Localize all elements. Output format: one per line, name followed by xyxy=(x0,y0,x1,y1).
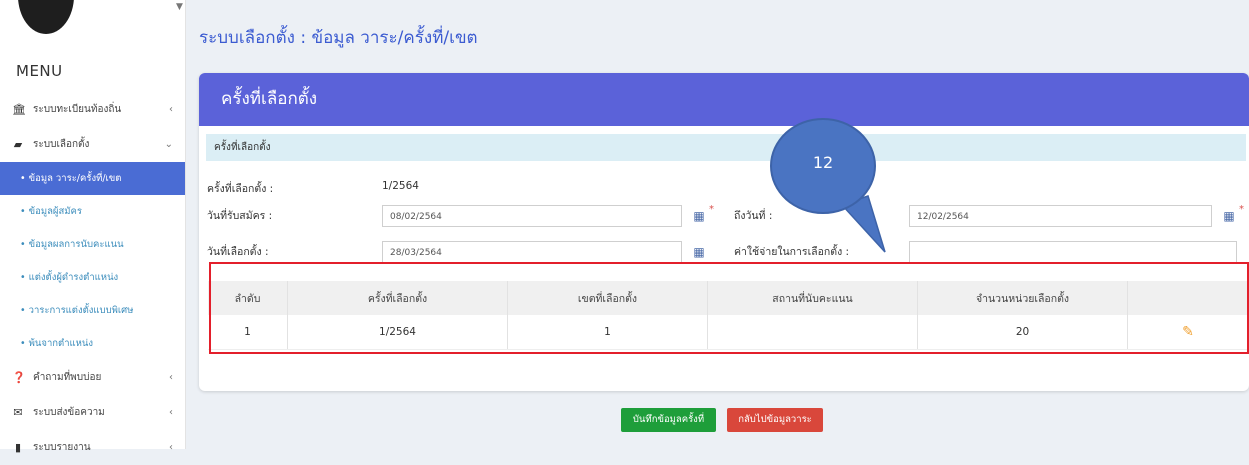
caret-down-icon[interactable]: ▼ xyxy=(176,2,183,12)
round-value: 1/2564 xyxy=(382,180,419,192)
callout-number-badge: 12 xyxy=(770,118,876,214)
card-header: ครั้งที่เลือกตั้ง xyxy=(199,73,1249,126)
briefcase-icon: ▰ xyxy=(13,138,23,151)
highlight-box xyxy=(209,262,1249,354)
apply-date-label: วันที่รับสมัคร : xyxy=(207,210,273,222)
sidebar-nav: 🏛 ระบบทะเบียนท้องถิ่น ‹ ▰ ระบบเลือกตั้ง … xyxy=(0,92,185,465)
sidebar: ▼ MENU 🏛 ระบบทะเบียนท้องถิ่น ‹ ▰ ระบบเลื… xyxy=(0,0,186,454)
election-date-label: วันที่เลือกตั้ง : xyxy=(207,246,269,258)
sidebar-item-registration[interactable]: 🏛 ระบบทะเบียนท้องถิ่น ‹ xyxy=(0,92,185,127)
sidebar-subitem-vote-count[interactable]: • ข้อมูลผลการนับคะแนน xyxy=(0,228,185,261)
apply-date-input[interactable]: 08/02/2564 xyxy=(382,205,682,227)
sidebar-subitem-term-data[interactable]: • ข้อมูล วาระ/ครั้งที่/เขต xyxy=(0,162,185,195)
required-marker: * xyxy=(709,204,714,215)
calendar-icon[interactable]: ▦ xyxy=(692,210,706,223)
file-icon: ▮ xyxy=(14,441,22,454)
section-bar: ครั้งที่เลือกตั้ง xyxy=(206,134,1246,161)
page-title: ระบบเลือกตั้ง : ข้อมูล วาระ/ครั้งที่/เขต xyxy=(199,28,478,48)
expense-input[interactable] xyxy=(909,241,1237,263)
chevron-left-icon: ‹ xyxy=(169,407,173,418)
back-to-term-button[interactable]: กลับไปข้อมูลวาระ xyxy=(727,408,823,432)
sidebar-item-election[interactable]: ▰ ระบบเลือกตั้ง ⌄ xyxy=(0,127,185,162)
sidebar-item-label: ระบบรายงาน xyxy=(33,442,91,453)
chevron-left-icon: ‹ xyxy=(169,442,173,453)
calendar-icon[interactable]: ▦ xyxy=(692,246,706,259)
to-date-input[interactable]: 12/02/2564 xyxy=(909,205,1212,227)
to-date-label: ถึงวันที่ : xyxy=(734,210,773,222)
sidebar-item-label: ระบบทะเบียนท้องถิ่น xyxy=(33,104,122,115)
avatar[interactable] xyxy=(18,0,74,34)
question-icon: ❓ xyxy=(12,371,26,384)
sidebar-subitem-leave-office[interactable]: • พ้นจากตำแหน่ง xyxy=(0,327,185,360)
sidebar-subitem-candidates[interactable]: • ข้อมูลผู้สมัคร xyxy=(0,195,185,228)
bank-icon: 🏛 xyxy=(12,103,26,116)
expense-label: ค่าใช้จ่ายในการเลือกตั้ง : xyxy=(734,246,850,258)
sidebar-item-faq[interactable]: ❓ คำถามที่พบบ่อย ‹ xyxy=(0,360,185,395)
chevron-left-icon: ‹ xyxy=(169,104,173,115)
sidebar-subitem-appoint[interactable]: • แต่งตั้งผู้ดำรงตำแหน่ง xyxy=(0,261,185,294)
calendar-icon[interactable]: ▦ xyxy=(1222,210,1236,223)
sidebar-subitem-special-term[interactable]: • วาระการแต่งตั้งแบบพิเศษ xyxy=(0,294,185,327)
election-date-input[interactable]: 28/03/2564 xyxy=(382,241,682,263)
sidebar-item-label: คำถามที่พบบ่อย xyxy=(33,372,102,383)
sidebar-item-reports[interactable]: ▮ ระบบรายงาน ‹ xyxy=(0,430,185,465)
chevron-down-icon: ⌄ xyxy=(164,139,173,150)
round-label: ครั้งที่เลือกตั้ง : xyxy=(207,183,274,195)
required-marker: * xyxy=(1239,204,1244,215)
chevron-left-icon: ‹ xyxy=(169,372,173,383)
envelope-icon: ✉ xyxy=(13,406,23,419)
sidebar-item-messaging[interactable]: ✉ ระบบส่งข้อความ ‹ xyxy=(0,395,185,430)
sidebar-item-label: ระบบส่งข้อความ xyxy=(33,407,105,418)
menu-title: MENU xyxy=(16,62,63,80)
sidebar-item-label: ระบบเลือกตั้ง xyxy=(33,139,90,150)
save-round-button[interactable]: บันทึกข้อมูลครั้งที่ xyxy=(621,408,716,432)
